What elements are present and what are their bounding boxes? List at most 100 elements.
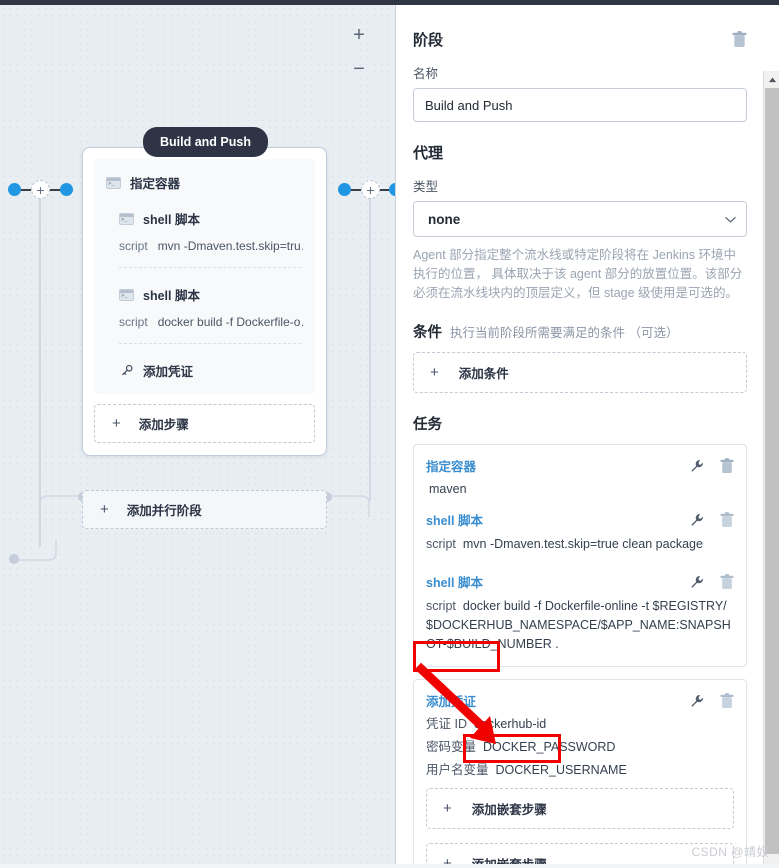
add-condition-label: 添加条件 xyxy=(458,367,509,381)
scrollbar-thumb[interactable] xyxy=(765,88,779,854)
edit-wrench-icon[interactable] xyxy=(690,694,704,708)
terminal-icon xyxy=(106,176,121,189)
edit-wrench-icon[interactable] xyxy=(690,513,704,527)
connector-dot-left-outer[interactable] xyxy=(8,183,21,196)
watermark: CSDN @靖奴 xyxy=(691,845,769,859)
delete-trash-icon[interactable] xyxy=(720,511,734,528)
add-stage-node-left[interactable]: + xyxy=(31,180,50,199)
task-actions xyxy=(690,457,734,474)
task-script-shell-2: script docker build -f Dockerfile-online … xyxy=(426,597,734,654)
canvas-step-label: shell 脚本 xyxy=(143,213,200,227)
task-title-credentials[interactable]: 添加凭证 xyxy=(426,691,476,710)
name-field-label: 名称 xyxy=(413,67,439,81)
stage-steps-container: 指定容器 shell 脚本 script mvn -Dmaven.test.sk… xyxy=(94,159,315,394)
add-parallel-stage-label: 添加并行阶段 xyxy=(126,504,202,518)
credential-password-label: 密码变量 xyxy=(426,740,477,754)
edit-wrench-icon[interactable] xyxy=(690,575,704,589)
canvas-step-credential[interactable]: 添加凭证 xyxy=(106,361,303,380)
connector-dot-left-inner[interactable] xyxy=(60,183,73,196)
plus-icon: + xyxy=(100,501,109,518)
zoom-controls: + − xyxy=(349,25,369,79)
script-value: docker build -f Dockerfile-online -t $RE… xyxy=(426,599,731,651)
stage-title-pill[interactable]: Build and Push xyxy=(143,127,268,157)
canvas-step-label: shell 脚本 xyxy=(143,289,200,303)
script-key: script xyxy=(119,315,148,329)
stage-config-content: 阶段 名称 代理 类型 none Agent 部分指定整 xyxy=(397,5,763,868)
script-value: docker build -f Dockerfile-o… xyxy=(157,315,303,329)
zoom-in-button[interactable]: + xyxy=(349,25,369,45)
task-header-container: 指定容器 xyxy=(426,456,734,475)
task-title-container[interactable]: 指定容器 xyxy=(426,456,476,475)
canvas-add-step-button[interactable]: + 添加步骤 xyxy=(94,404,315,443)
parallel-dot-bottom[interactable] xyxy=(9,554,19,564)
add-parallel-stage-button[interactable]: + 添加并行阶段 xyxy=(82,490,327,529)
condition-heading-row: 条件 执行当前阶段所需要满足的条件 （可选） xyxy=(413,321,747,342)
credential-username-row: 用户名变量 DOCKER_USERNAME xyxy=(426,761,734,779)
task-header-shell-2: shell 脚本 xyxy=(426,572,734,591)
add-nested-step-button-inner[interactable]: + 添加嵌套步骤 xyxy=(426,788,734,829)
canvas-script-line-1: script mvn -Dmaven.test.skip=tru… xyxy=(106,239,303,253)
canvas-script-line-2: script docker build -f Dockerfile-o… xyxy=(106,315,303,329)
tasks-heading: 任务 xyxy=(413,417,442,433)
delete-trash-icon[interactable] xyxy=(720,692,734,709)
terminal-icon xyxy=(119,288,134,301)
add-condition-button[interactable]: + 添加条件 xyxy=(413,352,747,393)
canvas-add-step-label: 添加步骤 xyxy=(138,418,189,432)
panel-header: 阶段 xyxy=(413,5,747,50)
task-header-credentials: 添加凭证 xyxy=(426,691,734,710)
task-subgroup-shell-1: shell 脚本 script mvn -Dmaven.test.skip=tr… xyxy=(426,510,734,554)
task-actions xyxy=(690,511,734,528)
task-subgroup-shell-2: shell 脚本 script docker build -f Dockerfi… xyxy=(426,572,734,654)
task-title-shell-1[interactable]: shell 脚本 xyxy=(426,510,483,529)
rail-parallel-bottom-curve xyxy=(14,540,57,561)
script-key: script xyxy=(119,239,148,253)
add-nested-step-label-inner: 添加嵌套步骤 xyxy=(471,803,547,817)
stage-config-panel: 阶段 名称 代理 类型 none Agent 部分指定整 xyxy=(397,5,779,868)
stage-name-input[interactable] xyxy=(413,88,747,122)
pipeline-canvas[interactable]: + − + + Build and Push >_ 指定容器 >_ shell … xyxy=(0,5,396,868)
task-actions xyxy=(690,692,734,709)
add-stage-node-right[interactable]: + xyxy=(361,180,380,199)
panel-title: 阶段 xyxy=(413,32,444,49)
canvas-step-label: 添加凭证 xyxy=(143,365,194,379)
task-title-shell-2[interactable]: shell 脚本 xyxy=(426,572,483,591)
delete-trash-icon[interactable] xyxy=(720,573,734,590)
key-icon xyxy=(119,364,134,378)
credential-password-value: DOCKER_PASSWORD xyxy=(483,740,616,754)
canvas-step-shell-1[interactable]: shell 脚本 xyxy=(106,209,303,228)
connector-dot-right-outer[interactable] xyxy=(338,183,351,196)
connector-dot-right-inner[interactable] xyxy=(389,183,395,196)
panel-scrollbar[interactable] xyxy=(763,71,779,868)
task-group-credentials: 添加凭证 凭证 ID dockerhub-id 密码变量 DOCKER_PASS… xyxy=(413,679,747,868)
scroll-up-arrow-icon[interactable] xyxy=(764,71,779,88)
credential-username-value: DOCKER_USERNAME xyxy=(495,763,627,777)
delete-trash-icon[interactable] xyxy=(720,457,734,474)
task-value-container: maven xyxy=(429,482,467,496)
canvas-step-shell-2[interactable]: shell 脚本 xyxy=(106,285,303,304)
terminal-icon xyxy=(119,212,134,225)
rail-right-vertical xyxy=(369,191,371,501)
plus-icon: + xyxy=(443,800,452,817)
bottom-edge xyxy=(0,864,779,868)
credential-id-label: 凭证 ID xyxy=(426,717,467,731)
credential-id-row: 凭证 ID dockerhub-id xyxy=(426,715,734,733)
condition-heading: 条件 xyxy=(413,325,442,341)
type-field-label: 类型 xyxy=(413,180,439,194)
credential-username-label: 用户名变量 xyxy=(426,763,489,777)
plus-icon: + xyxy=(430,364,439,381)
canvas-step-label: 指定容器 xyxy=(130,177,181,191)
agent-type-select-wrap: none xyxy=(413,201,747,237)
task-script-shell-1: script mvn -Dmaven.test.skip=true clean p… xyxy=(426,535,734,554)
credential-id-value: dockerhub-id xyxy=(473,717,547,731)
task-actions xyxy=(690,573,734,590)
canvas-step-container[interactable]: 指定容器 xyxy=(106,173,303,192)
agent-type-select[interactable]: none xyxy=(413,201,747,237)
task-header-shell-1: shell 脚本 xyxy=(426,510,734,529)
stage-card[interactable]: 指定容器 shell 脚本 script mvn -Dmaven.test.sk… xyxy=(82,147,327,456)
edit-wrench-icon[interactable] xyxy=(690,459,704,473)
delete-stage-icon[interactable] xyxy=(732,31,747,48)
agent-heading: 代理 xyxy=(413,145,444,162)
zoom-out-button[interactable]: − xyxy=(349,59,369,79)
